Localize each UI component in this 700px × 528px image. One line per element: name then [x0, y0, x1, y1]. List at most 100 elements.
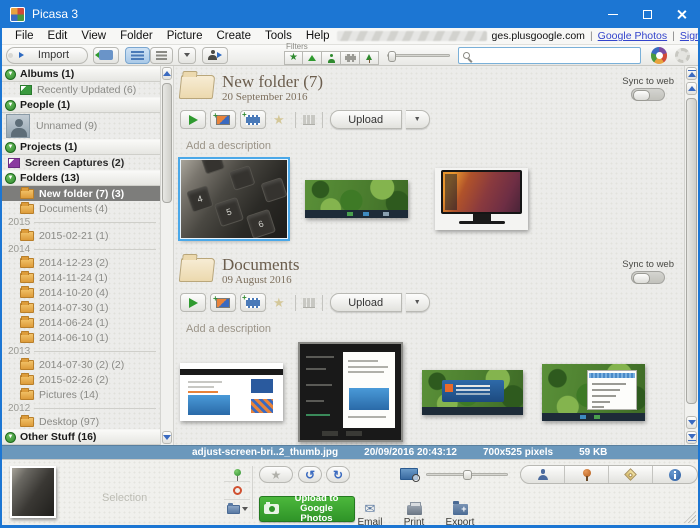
collapse-icon[interactable]: ▼: [5, 69, 16, 80]
email-button[interactable]: ✉ Email: [350, 500, 390, 528]
photo-thumbnail-keyboard[interactable]: 4 5 6: [180, 159, 288, 239]
sidebar-scrollbar[interactable]: [160, 66, 174, 445]
filter-starred-button[interactable]: ★: [284, 51, 303, 65]
collapse-icon[interactable]: ▼: [5, 142, 16, 153]
print-button[interactable]: Print: [394, 500, 434, 528]
upload-dropdown-button[interactable]: ▼: [406, 110, 430, 129]
scroll-track[interactable]: [685, 96, 698, 415]
minimize-button[interactable]: [596, 0, 630, 28]
zoom-knob[interactable]: [463, 470, 472, 480]
sidebar-header-other-stuff[interactable]: ▼Other Stuff (16): [2, 429, 160, 445]
date-range-slider[interactable]: [387, 54, 450, 57]
google-photos-link[interactable]: Google Photos: [598, 30, 667, 42]
upload-dropdown-button[interactable]: ▼: [406, 293, 430, 312]
view-dropdown-button[interactable]: [178, 47, 196, 64]
sidebar-item-2014-07-30-2[interactable]: 2014-07-30 (2) (2): [2, 357, 160, 372]
sidebar-header-projects[interactable]: ▼Projects (1): [2, 139, 160, 155]
filter-geotagged-button[interactable]: [360, 51, 379, 65]
sync-toggle[interactable]: [631, 88, 665, 101]
menu-picture[interactable]: Picture: [160, 30, 210, 42]
flat-view-button[interactable]: [125, 47, 150, 64]
sidebar-item-documents[interactable]: Documents (4): [2, 201, 160, 216]
jump-next-button[interactable]: [686, 431, 697, 444]
movie-button[interactable]: [240, 293, 266, 312]
filter-faces-button[interactable]: [322, 51, 341, 65]
add-album-button[interactable]: [93, 47, 119, 64]
menu-create[interactable]: Create: [209, 30, 258, 42]
menu-view[interactable]: View: [74, 30, 113, 42]
photo-thumbnail-game-map[interactable]: [305, 180, 408, 218]
tags-tool-button[interactable]: [609, 466, 653, 483]
sidebar-item-screen-captures[interactable]: Screen Captures (2): [2, 155, 160, 170]
photo-thumbnail-notification[interactable]: [422, 370, 523, 415]
import-button[interactable]: Import: [6, 47, 88, 64]
close-button[interactable]: [664, 0, 698, 28]
scroll-down-button[interactable]: [162, 431, 172, 444]
description-placeholder[interactable]: Add a description: [186, 323, 684, 335]
filter-uploaded-button[interactable]: [303, 51, 322, 65]
export-button[interactable]: Export: [440, 500, 480, 528]
description-placeholder[interactable]: Add a description: [186, 140, 684, 152]
sidebar-item-new-folder[interactable]: New folder (7) (3): [2, 186, 160, 201]
tree-view-button[interactable]: [150, 47, 173, 64]
photo-thumbnail-print-dialog[interactable]: [298, 342, 403, 442]
slider-knob[interactable]: [388, 51, 396, 62]
sidebar-item-2014-11-24[interactable]: 2014-11-24 (1): [2, 270, 160, 285]
scroll-down-button[interactable]: [686, 416, 697, 429]
sidebar-item-2014-06-10[interactable]: 2014-06-10 (1): [2, 330, 160, 345]
section-title[interactable]: New folder (7): [222, 72, 323, 91]
sidebar-header-folders[interactable]: ▼Folders (13): [2, 170, 160, 186]
sidebar-item-unnamed[interactable]: Unnamed (9): [2, 113, 160, 139]
sidebar-item-2015-02-26[interactable]: 2015-02-26 (2): [2, 372, 160, 387]
slideshow-button[interactable]: [180, 110, 206, 129]
sidebar-item-2014-07-30[interactable]: 2014-07-30 (1): [2, 300, 160, 315]
jump-prev-button[interactable]: [686, 67, 697, 80]
info-tool-button[interactable]: [653, 466, 697, 483]
sidebar-item-desktop[interactable]: Desktop (97): [2, 414, 160, 429]
people-slideshow-button[interactable]: [202, 47, 228, 64]
search-input[interactable]: [474, 49, 636, 61]
scroll-up-button[interactable]: [686, 82, 697, 95]
photo-thumbnail-webpage[interactable]: [180, 363, 283, 421]
sidebar-item-2014-06-24[interactable]: 2014-06-24 (1): [2, 315, 160, 330]
sidebar-header-albums[interactable]: ▼Albums (1): [2, 66, 160, 82]
zoom-slider[interactable]: [426, 473, 508, 476]
add-to-album-button[interactable]: [224, 500, 250, 518]
sidebar-item-2014-10-20[interactable]: 2014-10-20 (4): [2, 285, 160, 300]
menu-folder[interactable]: Folder: [113, 30, 160, 42]
scroll-track[interactable]: [161, 81, 173, 430]
menu-file[interactable]: File: [8, 30, 41, 42]
scroll-up-button[interactable]: [162, 67, 172, 80]
photo-thumbnail-context-menu[interactable]: [542, 364, 645, 421]
collapse-icon[interactable]: ▼: [5, 432, 16, 443]
menu-help[interactable]: Help: [299, 30, 337, 42]
sign-out-link[interactable]: Sign Out: [680, 30, 700, 42]
photo-thumbnail-monitor[interactable]: [435, 168, 528, 230]
sidebar-item-recently-updated[interactable]: Recently Updated (6): [2, 82, 160, 97]
collage-button[interactable]: [210, 293, 236, 312]
clear-selection-button[interactable]: [224, 482, 250, 500]
sidebar-item-2014-12-23[interactable]: 2014-12-23 (2): [2, 255, 160, 270]
places-tool-button[interactable]: [565, 466, 609, 483]
collapse-icon[interactable]: ▼: [5, 173, 16, 184]
menu-edit[interactable]: Edit: [41, 30, 75, 42]
resize-grip[interactable]: [684, 511, 696, 523]
collapse-icon[interactable]: ▼: [5, 100, 16, 111]
filter-movies-button[interactable]: [341, 51, 360, 65]
upload-to-google-photos-button[interactable]: Upload to Google Photos: [259, 496, 355, 522]
sidebar-item-2015-02-21[interactable]: 2015-02-21 (1): [2, 228, 160, 243]
collage-button[interactable]: [210, 110, 236, 129]
section-title[interactable]: Documents: [222, 255, 299, 274]
star-photo-button[interactable]: ★: [259, 466, 293, 483]
people-tool-button[interactable]: [521, 466, 565, 483]
rotate-left-button[interactable]: ↺: [298, 466, 322, 483]
upload-button[interactable]: Upload: [330, 110, 402, 129]
sidebar-item-pictures[interactable]: Pictures (14): [2, 387, 160, 402]
maximize-button[interactable]: [630, 0, 664, 28]
selection-thumbnail[interactable]: [10, 466, 56, 518]
hold-selection-button[interactable]: [224, 464, 250, 482]
movie-button[interactable]: [240, 110, 266, 129]
scroll-thumb[interactable]: [686, 98, 697, 404]
menu-tools[interactable]: Tools: [258, 30, 299, 42]
main-scrollbar[interactable]: [684, 66, 698, 445]
